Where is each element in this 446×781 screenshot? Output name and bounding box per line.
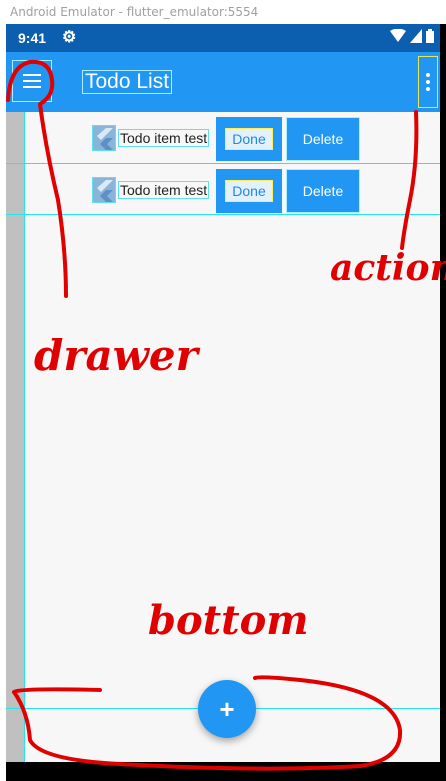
done-label: Done	[225, 180, 273, 202]
emulator-window-title: Android Emulator - flutter_emulator:5554	[0, 0, 446, 24]
more-vert-button[interactable]	[418, 56, 438, 108]
todo-row: Todo item test Done Delete	[90, 169, 390, 213]
guide-line	[24, 112, 25, 762]
todo-row: Todo item test Done Delete	[90, 117, 390, 161]
flutter-logo-icon	[92, 177, 116, 203]
battery-icon	[426, 29, 434, 43]
delete-button[interactable]: Delete	[286, 169, 360, 213]
nav-bar	[6, 762, 446, 781]
signal-icon	[410, 29, 422, 43]
status-icons	[390, 29, 434, 43]
page-title: Todo List	[82, 70, 173, 94]
status-bar: 9:41 ⚙	[6, 24, 440, 52]
add-icon: +	[219, 693, 235, 724]
add-todo-fab[interactable]: +	[198, 680, 256, 738]
guide-line	[6, 214, 440, 215]
todo-label: Todo item test	[118, 181, 210, 199]
drawer-menu-button[interactable]	[12, 60, 52, 102]
wifi-icon	[390, 29, 406, 42]
app-bar: Todo List	[6, 52, 440, 112]
more-vert-icon	[426, 73, 430, 77]
done-button[interactable]: Done	[216, 117, 282, 161]
delete-button[interactable]: Delete	[286, 117, 360, 161]
done-button[interactable]: Done	[216, 169, 282, 213]
layout-guide-strip	[6, 112, 24, 762]
done-label: Done	[225, 128, 273, 150]
guide-line	[6, 163, 440, 164]
status-time: 9:41	[18, 30, 47, 46]
gear-icon: ⚙	[62, 29, 77, 46]
todo-label: Todo item test	[118, 129, 210, 147]
flutter-logo-icon	[92, 125, 116, 151]
menu-icon	[23, 74, 41, 88]
